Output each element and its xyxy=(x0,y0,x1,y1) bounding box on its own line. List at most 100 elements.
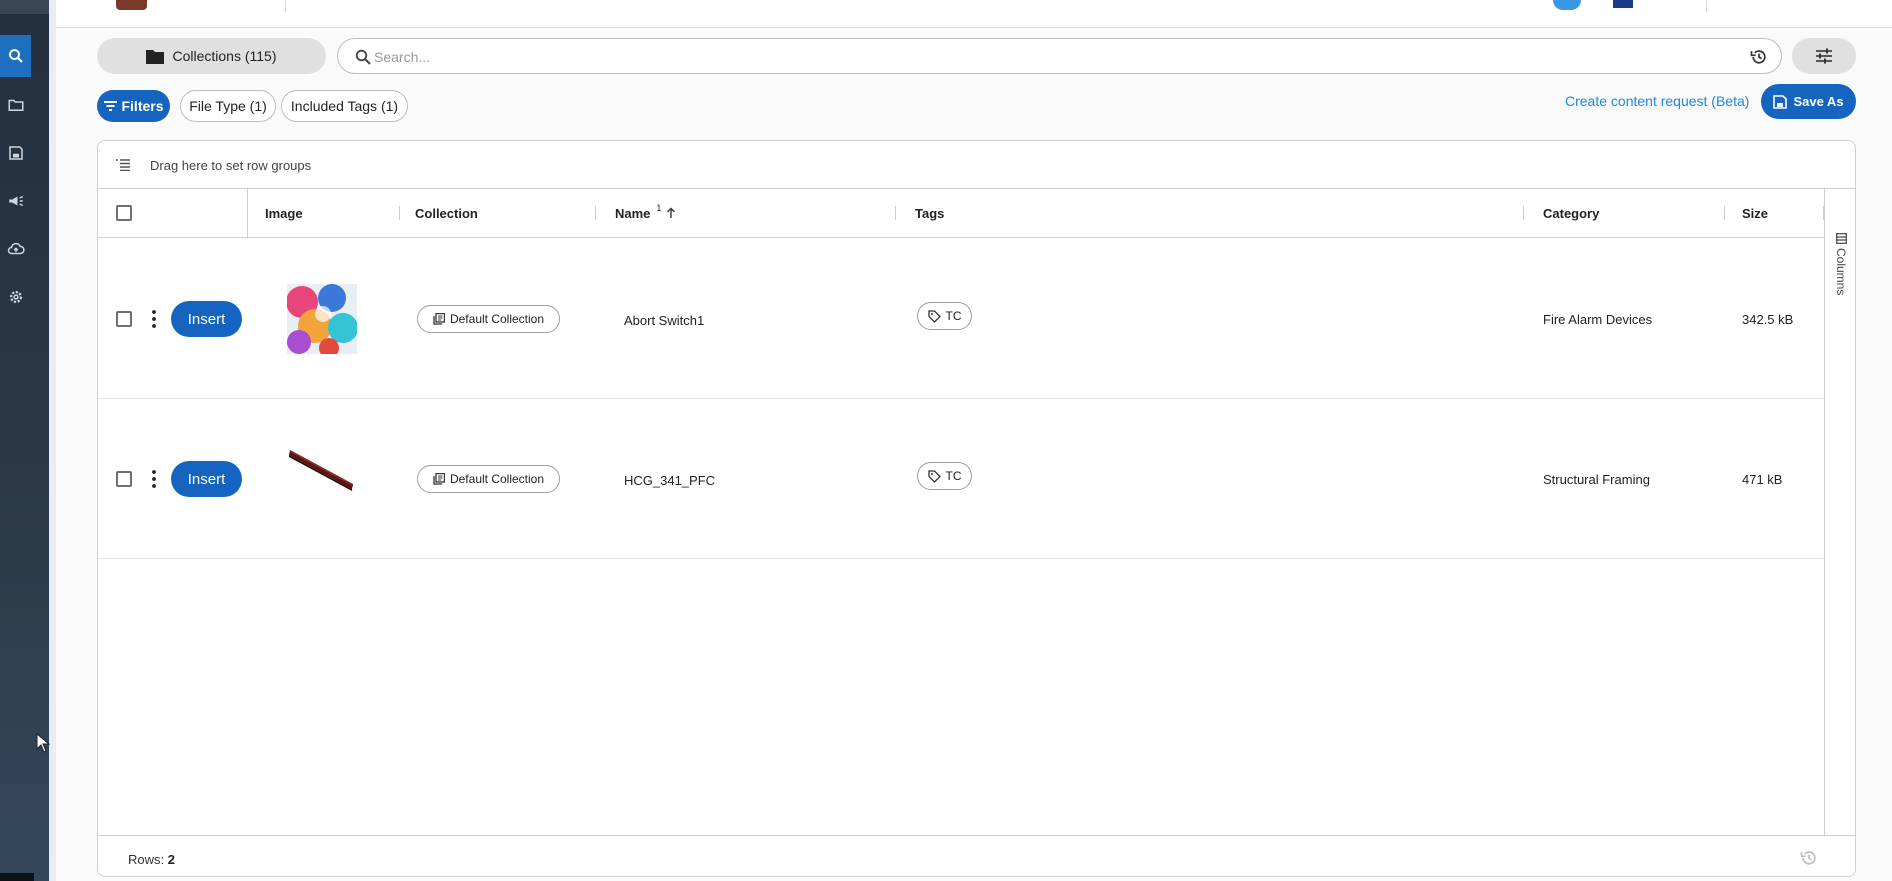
search-icon xyxy=(8,49,23,63)
save-icon xyxy=(8,146,23,160)
column-divider xyxy=(247,189,248,237)
collection-chip[interactable]: Default Collection xyxy=(417,305,560,333)
view-column-icon xyxy=(1835,233,1847,244)
asset-category: Fire Alarm Devices xyxy=(1543,312,1653,327)
collections-label: Collections (115) xyxy=(172,48,277,64)
column-header-category[interactable]: Category xyxy=(1543,189,1599,237)
sort-order-badge: 1 xyxy=(656,203,662,213)
column-header-name-label: Name xyxy=(615,205,651,221)
column-resize-handle[interactable] xyxy=(595,206,596,220)
select-all-checkbox[interactable] xyxy=(116,205,132,221)
asset-name: HCG_341_PFC xyxy=(624,473,716,488)
nav-saved[interactable] xyxy=(0,132,31,174)
sort-ascending-icon xyxy=(667,207,676,218)
rail-bottom-block xyxy=(0,873,34,881)
tag-chip[interactable]: TC xyxy=(917,302,972,330)
column-resize-handle[interactable] xyxy=(1523,206,1524,220)
filter-icon xyxy=(104,101,118,111)
column-header-image-label: Image xyxy=(265,205,303,221)
collection-chip[interactable]: Default Collection xyxy=(417,465,560,493)
mouse-cursor-icon xyxy=(36,733,50,753)
row-count-label: Rows: xyxy=(128,852,165,867)
row-count-value: 2 xyxy=(167,852,175,867)
row-group-drop-zone[interactable]: Drag here to set row groups xyxy=(98,141,1855,189)
tag-icon xyxy=(927,309,941,323)
column-header-tags[interactable]: Tags xyxy=(915,189,944,237)
insert-button[interactable]: Insert xyxy=(171,301,242,337)
columns-tab-label: Columns xyxy=(1834,248,1848,296)
column-header-collection-label: Collection xyxy=(415,205,478,221)
nav-folders[interactable] xyxy=(0,84,31,126)
column-header-size-label: Size xyxy=(1742,205,1769,221)
more-vert-icon[interactable] xyxy=(152,470,156,488)
rail-top-block xyxy=(0,0,49,14)
nav-upload[interactable] xyxy=(0,228,31,270)
insert-label: Insert xyxy=(187,310,226,328)
row-checkbox[interactable] xyxy=(116,311,132,327)
asset-size: 471 kB xyxy=(1742,472,1783,487)
collection-chip-label: Default Collection xyxy=(449,312,545,326)
tag-chip-label: TC xyxy=(945,309,962,323)
header-divider xyxy=(285,0,286,12)
columns-side-panel: Columns xyxy=(1824,189,1855,835)
tag-chip-label: TC xyxy=(945,469,962,483)
top-header xyxy=(56,0,1892,28)
column-header-name[interactable]: Name 1 xyxy=(615,189,677,237)
rail-strip xyxy=(49,0,56,881)
settings-icon xyxy=(9,291,22,303)
nav-settings[interactable] xyxy=(0,276,31,318)
column-resize-handle[interactable] xyxy=(1724,206,1725,220)
history-icon[interactable] xyxy=(1799,848,1819,868)
file-type-chip[interactable]: File Type (1) xyxy=(180,90,276,122)
columns-tab[interactable]: Columns xyxy=(1831,233,1851,295)
column-header-tags-label: Tags xyxy=(915,205,945,221)
table-row[interactable]: Insert Default Collection HCG_341_PFC TC… xyxy=(98,399,1824,559)
folder-icon xyxy=(146,49,165,64)
asset-thumbnail[interactable] xyxy=(287,444,357,514)
tune-icon xyxy=(1816,48,1832,64)
column-header-image[interactable]: Image xyxy=(265,189,303,237)
row-group-hint: Drag here to set row groups xyxy=(150,158,312,173)
search-icon xyxy=(355,49,371,65)
included-tags-chip[interactable]: Included Tags (1) xyxy=(281,90,408,122)
row-group-icon xyxy=(116,159,130,171)
search-box[interactable] xyxy=(337,38,1782,74)
row-count: Rows: 2 xyxy=(128,852,175,867)
folder-icon xyxy=(8,99,23,111)
grid-footer: Rows: 2 xyxy=(98,835,1855,876)
filters-label: Filters xyxy=(121,98,164,114)
column-resize-handle[interactable] xyxy=(895,206,896,220)
table-row[interactable]: Insert Default Collection Abort Switch1 … xyxy=(98,239,1824,399)
included-tags-chip-label: Included Tags (1) xyxy=(290,98,399,114)
search-input[interactable] xyxy=(374,45,1734,69)
campaign-icon xyxy=(8,195,23,207)
column-resize-handle[interactable] xyxy=(399,206,400,220)
app-logo[interactable] xyxy=(116,0,147,10)
save-icon xyxy=(1773,94,1788,109)
asset-category: Structural Framing xyxy=(1543,472,1650,487)
header-divider xyxy=(1706,0,1707,12)
language-flag-icon[interactable] xyxy=(1613,0,1633,8)
help-icon[interactable] xyxy=(1553,0,1581,10)
column-header-size[interactable]: Size xyxy=(1742,189,1768,237)
cloud-upload-icon xyxy=(7,242,25,255)
assets-grid: Drag here to set row groups Image Collec… xyxy=(97,140,1856,877)
nav-search[interactable] xyxy=(0,35,31,77)
tag-chip[interactable]: TC xyxy=(917,462,972,490)
library-icon xyxy=(433,313,445,325)
save-as-button[interactable]: Save As xyxy=(1761,84,1856,119)
more-vert-icon[interactable] xyxy=(152,310,156,328)
insert-label: Insert xyxy=(187,470,226,488)
history-icon[interactable] xyxy=(1749,47,1769,67)
grid-header: Image Collection Name 1 Tags Category Si… xyxy=(98,189,1824,238)
asset-thumbnail[interactable] xyxy=(287,284,357,354)
row-checkbox[interactable] xyxy=(116,471,132,487)
collections-button[interactable]: Collections (115) xyxy=(97,38,326,74)
nav-campaigns[interactable] xyxy=(0,180,31,222)
insert-button[interactable]: Insert xyxy=(171,461,242,497)
create-content-request-link[interactable]: Create content request (Beta) xyxy=(1565,92,1749,110)
filters-button[interactable]: Filters xyxy=(97,90,170,122)
advanced-options-button[interactable] xyxy=(1792,38,1856,74)
library-icon xyxy=(433,473,445,485)
column-header-collection[interactable]: Collection xyxy=(415,189,478,237)
